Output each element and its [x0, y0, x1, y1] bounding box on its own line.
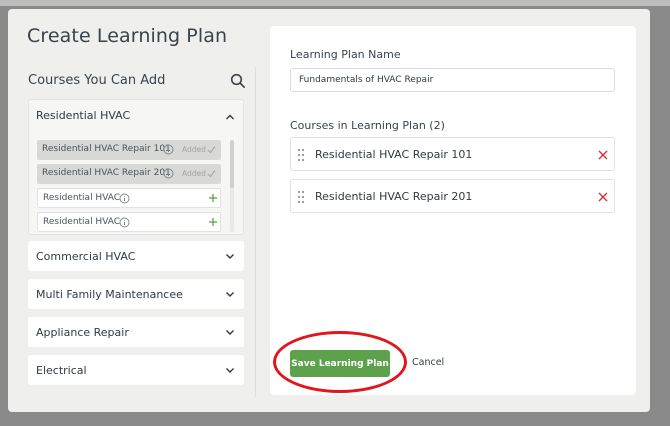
chevron-up-icon[interactable]: [225, 112, 235, 122]
info-icon[interactable]: [119, 217, 130, 228]
cancel-link[interactable]: Cancel: [412, 357, 444, 368]
add-course-plus-icon[interactable]: [208, 217, 218, 227]
course-group-label: Electrical: [36, 364, 87, 377]
plan-course-name: Residential HVAC Repair 101: [315, 148, 473, 161]
save-learning-plan-button[interactable]: Save Learning Plan: [290, 350, 390, 377]
plan-course-item[interactable]: Residential HVAC Repair 101: [290, 137, 615, 171]
chevron-down-icon[interactable]: [225, 251, 235, 261]
add-course-plus-icon[interactable]: [208, 193, 218, 203]
course-group-label[interactable]: Residential HVAC: [36, 109, 130, 122]
info-icon[interactable]: [163, 168, 174, 179]
learning-plan-name-label: Learning Plan Name: [290, 48, 401, 61]
course-row-added: Residential HVAC Repair 101 Added: [37, 140, 221, 160]
learning-plan-name-input[interactable]: [290, 68, 615, 92]
info-icon[interactable]: [119, 193, 130, 204]
panel-divider: [255, 67, 256, 397]
search-icon[interactable]: [230, 73, 246, 89]
course-row-available[interactable]: Residential HVAC: [37, 188, 221, 208]
modal-title: Create Learning Plan: [27, 25, 228, 47]
course-row-added: Residential HVAC Repair 201 Added: [37, 164, 221, 184]
course-group-residential-hvac: Residential HVAC Residential HVAC Repair…: [28, 99, 244, 235]
learning-plan-panel: Learning Plan Name Courses in Learning P…: [270, 26, 636, 395]
drag-handle-icon[interactable]: [297, 190, 305, 204]
check-icon: [207, 170, 216, 178]
course-name: Residential HVAC Repair 201: [42, 168, 171, 178]
course-row-available[interactable]: Residential HVAC: [37, 212, 221, 232]
plan-course-item[interactable]: Residential HVAC Repair 201: [290, 179, 615, 213]
remove-course-icon[interactable]: [598, 150, 608, 160]
chevron-down-icon[interactable]: [225, 289, 235, 299]
course-name: Residential HVAC: [43, 193, 121, 203]
drag-handle-icon[interactable]: [297, 148, 305, 162]
page-backdrop-strip: [0, 0, 670, 6]
check-icon: [207, 146, 216, 154]
added-status: Added: [182, 145, 206, 154]
courses-you-can-add-heading: Courses You Can Add: [28, 73, 166, 88]
course-name: Residential HVAC: [43, 217, 121, 227]
course-group-multi-family-maintenance[interactable]: Multi Family Maintenancee: [28, 279, 244, 309]
info-icon[interactable]: [163, 144, 174, 155]
course-group-label: Multi Family Maintenancee: [36, 288, 183, 301]
added-status: Added: [182, 169, 206, 178]
chevron-down-icon[interactable]: [225, 365, 235, 375]
course-group-appliance-repair[interactable]: Appliance Repair: [28, 317, 244, 347]
course-name: Residential HVAC Repair 101: [42, 144, 171, 154]
course-group-label: Appliance Repair: [36, 326, 129, 339]
course-group-electrical[interactable]: Electrical: [28, 355, 244, 385]
plan-course-name: Residential HVAC Repair 201: [315, 190, 473, 203]
remove-course-icon[interactable]: [598, 192, 608, 202]
course-group-label: Commercial HVAC: [36, 250, 136, 263]
course-group-commercial-hvac[interactable]: Commercial HVAC: [28, 241, 244, 271]
chevron-down-icon[interactable]: [225, 327, 235, 337]
courses-in-plan-label: Courses in Learning Plan (2): [290, 119, 445, 132]
scrollbar-thumb[interactable]: [230, 140, 234, 188]
